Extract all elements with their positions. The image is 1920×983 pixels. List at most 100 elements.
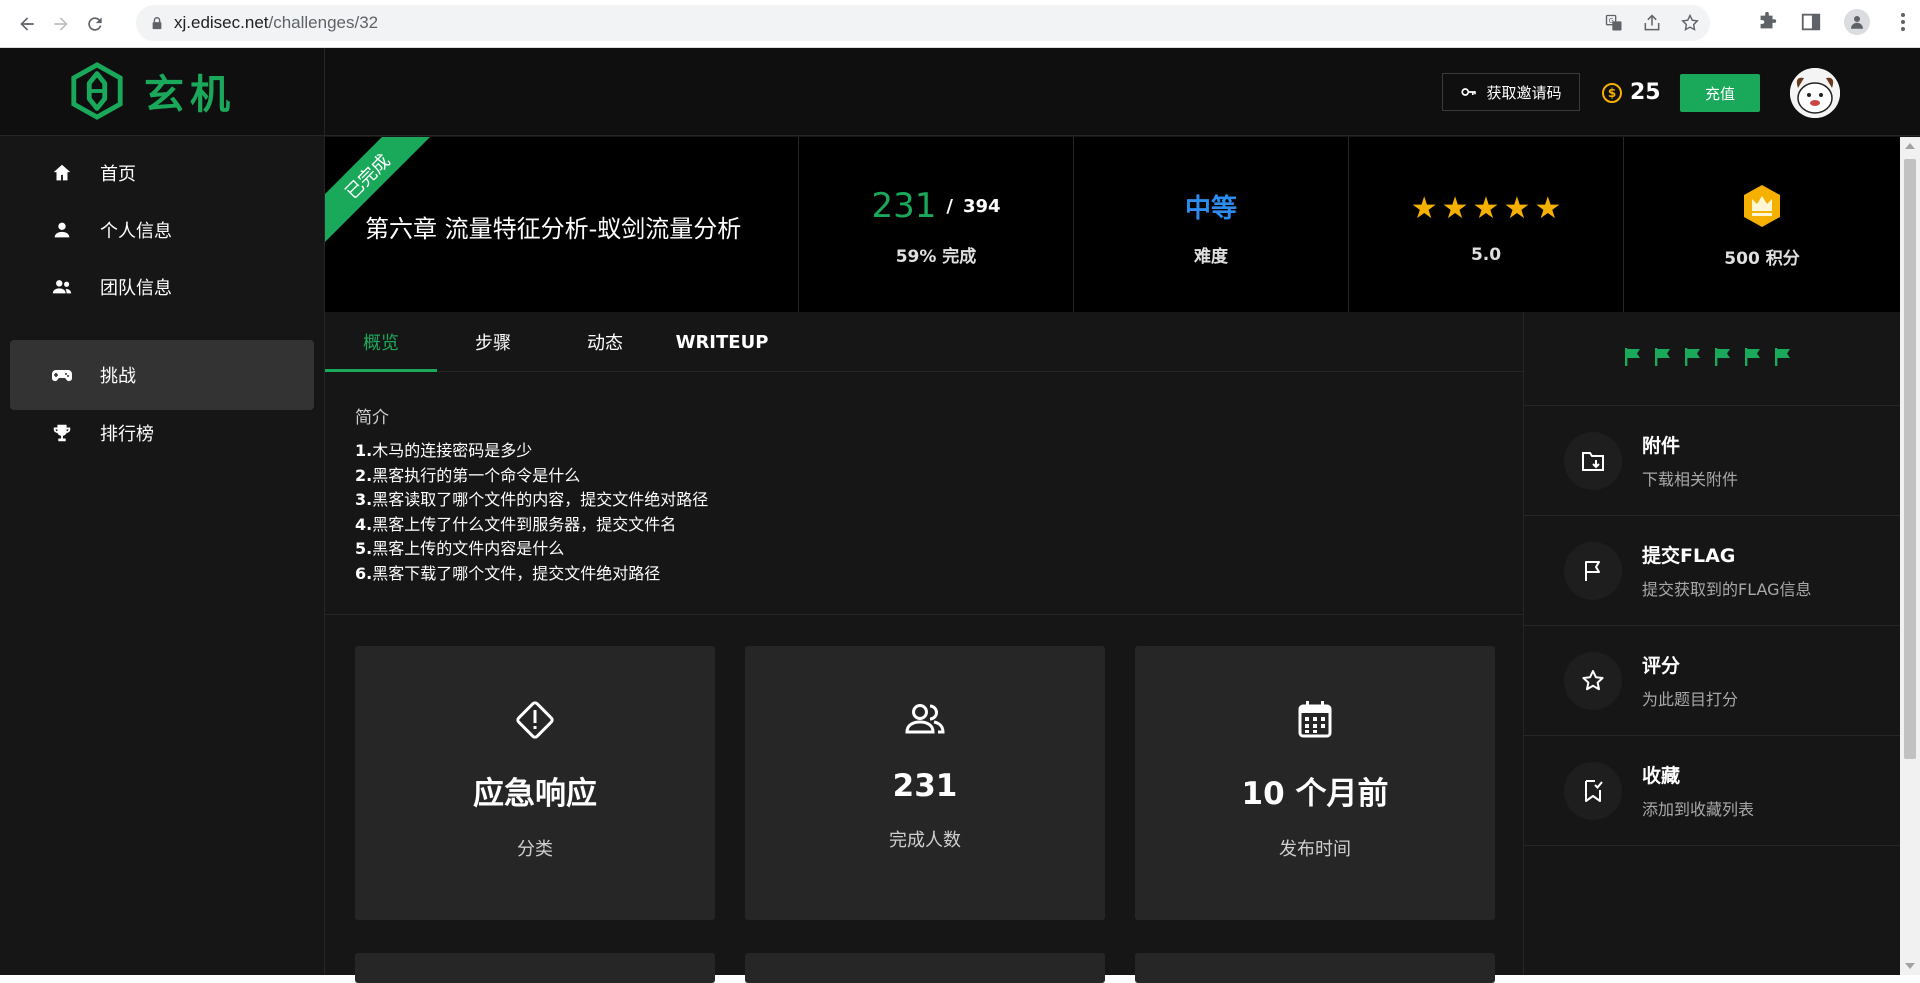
sidebar-item-label: 挑战: [100, 366, 136, 387]
tab-overview[interactable]: 概览: [325, 312, 437, 372]
tab-activity[interactable]: 动态: [549, 312, 661, 372]
favorite-title: 收藏: [1642, 765, 1681, 787]
intro-heading: 简介: [355, 408, 389, 428]
forward-button[interactable]: [46, 9, 76, 39]
question-text: 黑客读取了哪个文件的内容，提交文件绝对路径: [372, 490, 709, 509]
rating-cell: ★ ★ ★ ★ ★ 5.0: [1349, 137, 1624, 312]
challenge-title-cell: 已完成 第六章 流量特征分析-蚁剑流量分析: [325, 137, 799, 312]
question-number: 4.: [355, 514, 373, 534]
scroll-thumb[interactable]: [1904, 159, 1916, 759]
scroll-down-arrow[interactable]: [1905, 963, 1915, 969]
sidebar-item-label: 个人信息: [100, 221, 172, 242]
solve-count-cell: 231 / 394 59% 完成: [799, 137, 1074, 312]
question-text: 黑客上传了什么文件到服务器，提交文件名: [372, 514, 677, 534]
group-icon: [50, 275, 74, 299]
crown-badge-icon: [1744, 185, 1780, 227]
coin-balance: $ 25: [1602, 80, 1661, 105]
folder-download-icon: [1564, 431, 1622, 490]
category-value: 应急响应: [473, 776, 597, 812]
solved-count: 231: [871, 186, 937, 226]
reload-icon: [88, 16, 102, 31]
translate-icon[interactable]: G: [1604, 13, 1624, 33]
question-text: 黑客上传的文件内容是什么: [372, 539, 565, 558]
rating-value: 5.0: [1470, 244, 1502, 265]
question-number: 3.: [355, 490, 373, 509]
submit-flag-title: 提交FLAG: [1642, 545, 1736, 567]
rating-star-icon: ★: [1534, 191, 1562, 226]
category-card: 应急响应 分类: [355, 646, 715, 920]
url-path: /challenges/32: [268, 13, 379, 32]
rating-star-icon: ★: [1503, 191, 1531, 226]
submit-flag-action[interactable]: 提交FLAG 提交获取到的FLAG信息: [1524, 516, 1900, 626]
profile-icon[interactable]: [1844, 9, 1870, 35]
question-number: 2.: [355, 465, 373, 485]
coin-balance-value: 25: [1630, 80, 1661, 105]
rate-action[interactable]: 评分 为此题目打分: [1524, 626, 1900, 736]
captured-flag-icon: [1771, 345, 1795, 373]
solved-separator: /: [946, 195, 953, 217]
scroll-up-arrow[interactable]: [1905, 143, 1915, 149]
trophy-icon: [50, 421, 74, 445]
published-card: 10 个月前 发布时间: [1135, 646, 1495, 920]
intro-section: 简介 1.木马的连接密码是多少 2.黑客执行的第一个命令是什么 3.黑客读取了哪…: [325, 373, 1523, 615]
points-cell: 500 积分: [1624, 137, 1900, 312]
challenge-title: 第六章 流量特征分析-蚁剑流量分析: [365, 215, 742, 243]
bookmark-star-icon[interactable]: [1680, 13, 1700, 33]
rating-star-icon: ★: [1472, 191, 1500, 226]
question-number: 5.: [355, 539, 373, 558]
captured-flag-icon: [1651, 345, 1675, 373]
question-item: 6.黑客下载了哪个文件，提交文件绝对路径: [355, 562, 708, 587]
extensions-icon[interactable]: [1756, 11, 1778, 33]
question-number: 6.: [355, 563, 373, 583]
url-text: xj.edisec.net/challenges/32: [174, 13, 378, 33]
logo[interactable]: 玄机: [68, 62, 236, 120]
users-icon: [905, 704, 945, 734]
captured-flag-icon: [1711, 345, 1735, 373]
attempt-total: 394: [962, 195, 1001, 217]
arrow-left-icon: [20, 16, 34, 31]
question-text: 木马的连接密码是多少: [372, 441, 533, 460]
points-value: 500 积分: [1724, 249, 1800, 269]
question-number: 1.: [355, 441, 373, 460]
favorite-desc: 添加到收藏列表: [1642, 800, 1755, 819]
challenge-tabs: 概览 步骤 动态 WRITEUP: [325, 312, 1523, 372]
browser-toolbar: xj.edisec.net/challenges/32 G: [0, 0, 1920, 48]
invite-code-button[interactable]: 获取邀请码: [1442, 73, 1580, 111]
submit-flag-desc: 提交获取到的FLAG信息: [1642, 580, 1812, 599]
question-item: 5.黑客上传的文件内容是什么: [355, 537, 708, 562]
tab-steps[interactable]: 步骤: [437, 312, 549, 372]
sidebar-item-leaderboard[interactable]: 排行榜: [10, 398, 314, 468]
favorite-action[interactable]: 收藏 添加到收藏列表: [1524, 736, 1900, 846]
difficulty-cell: 中等 难度: [1074, 137, 1349, 312]
url-host: xj.edisec.net: [174, 13, 269, 32]
key-icon: [1461, 88, 1477, 96]
back-button[interactable]: [12, 9, 42, 39]
attachment-title: 附件: [1642, 435, 1681, 457]
attachment-action[interactable]: 附件 下载相关附件: [1524, 406, 1900, 516]
captured-flag-icon: [1741, 345, 1765, 373]
question-item: 4.黑客上传了什么文件到服务器，提交文件名: [355, 513, 708, 538]
card-partial: [355, 953, 715, 983]
sidebar-item-team[interactable]: 团队信息: [10, 252, 314, 322]
lock-icon: [152, 17, 162, 30]
rating-stars: ★ ★ ★ ★ ★: [1409, 185, 1564, 233]
avatar[interactable]: [1790, 68, 1840, 118]
reload-button[interactable]: [80, 9, 110, 39]
recharge-button[interactable]: 充值: [1680, 74, 1760, 112]
sidebar-item-label: 排行榜: [100, 424, 154, 445]
captured-flag-icon: [1681, 345, 1705, 373]
address-bar[interactable]: xj.edisec.net/challenges/32 G: [136, 5, 1710, 41]
logo-text: 玄机: [144, 72, 236, 118]
attachment-desc: 下载相关附件: [1642, 470, 1739, 489]
diamond-alert-icon: [516, 701, 554, 739]
tab-writeup[interactable]: WRITEUP: [661, 312, 783, 372]
gamepad-icon: [50, 363, 74, 387]
solvers-label: 完成人数: [889, 830, 961, 851]
page-scrollbar[interactable]: [1900, 137, 1920, 975]
share-icon[interactable]: [1642, 13, 1662, 33]
side-panel-icon[interactable]: [1800, 11, 1822, 33]
flag-icon: [1564, 541, 1622, 600]
browser-menu-icon[interactable]: [1892, 11, 1914, 33]
question-text: 黑客执行的第一个命令是什么: [372, 465, 581, 485]
calendar-icon: [1298, 701, 1332, 738]
